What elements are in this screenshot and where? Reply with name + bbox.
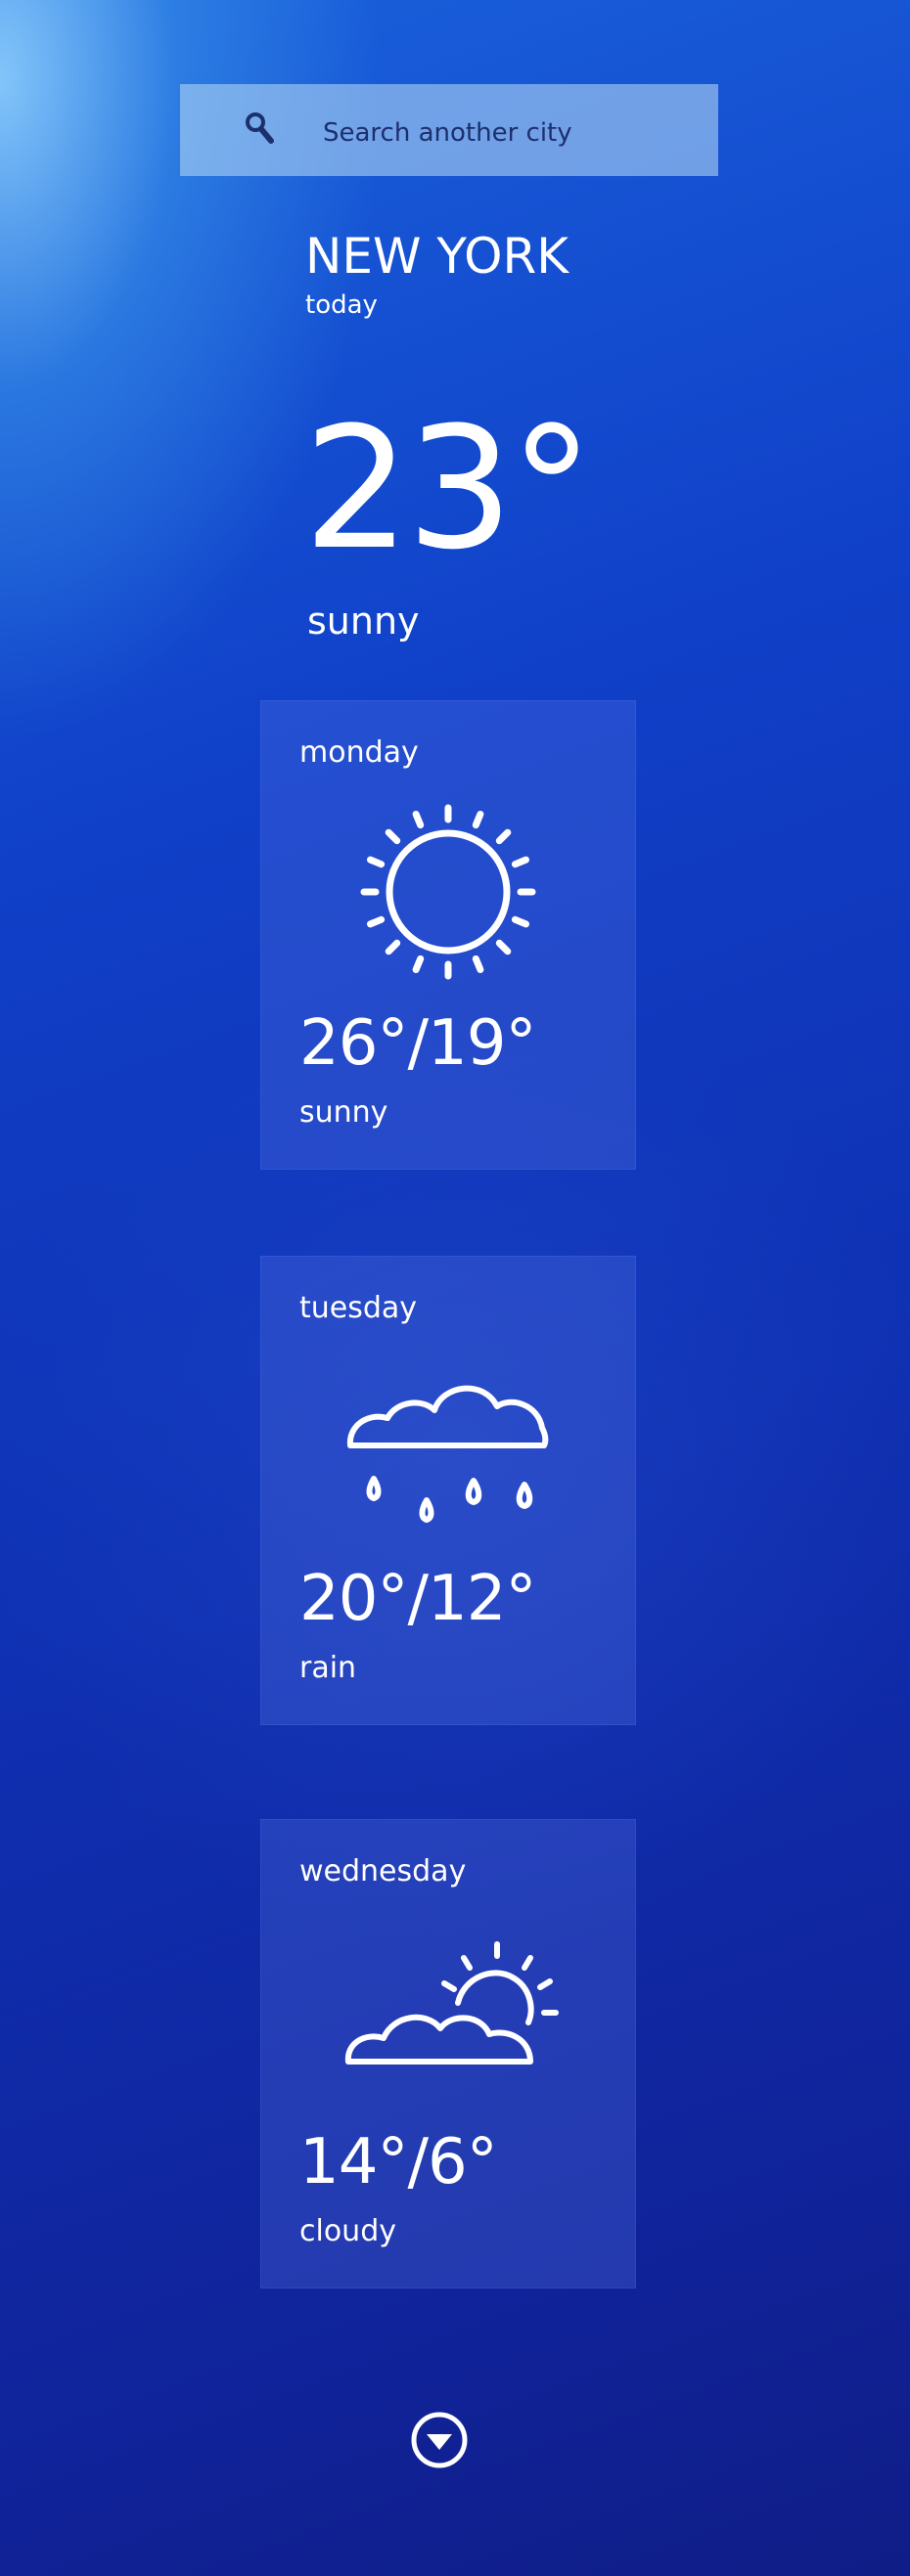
current-condition: sunny	[307, 600, 420, 643]
forecast-card-tuesday[interactable]: tuesday 20°/12° rain	[260, 1256, 636, 1725]
forecast-day: monday	[299, 735, 419, 770]
chevron-down-circle-icon[interactable]	[409, 2410, 470, 2470]
rain-cloud-icon	[346, 1385, 549, 1523]
search-input[interactable]	[323, 110, 695, 156]
search-icon[interactable]	[245, 111, 274, 145]
forecast-condition: sunny	[299, 1095, 388, 1130]
forecast-condition: cloudy	[299, 2214, 396, 2248]
current-temperature: 23°	[303, 390, 594, 587]
forecast-card-wednesday[interactable]: wednesday 14°/6° cloudy	[260, 1819, 636, 2288]
forecast-temperature: 14°/6°	[299, 2126, 498, 2198]
forecast-condition: rain	[299, 1651, 357, 1685]
city-name: NEW YORK	[305, 228, 569, 285]
sun-icon	[360, 804, 536, 980]
forecast-day: wednesday	[299, 1854, 467, 1888]
forecast-day: tuesday	[299, 1291, 418, 1325]
city-day-label: today	[305, 290, 378, 320]
forecast-temperature: 26°/19°	[299, 1007, 536, 1080]
forecast-card-monday[interactable]: monday 26°/19° sunny	[260, 700, 636, 1170]
forecast-temperature: 20°/12°	[299, 1563, 536, 1635]
partly-cloudy-icon	[344, 1941, 559, 2065]
